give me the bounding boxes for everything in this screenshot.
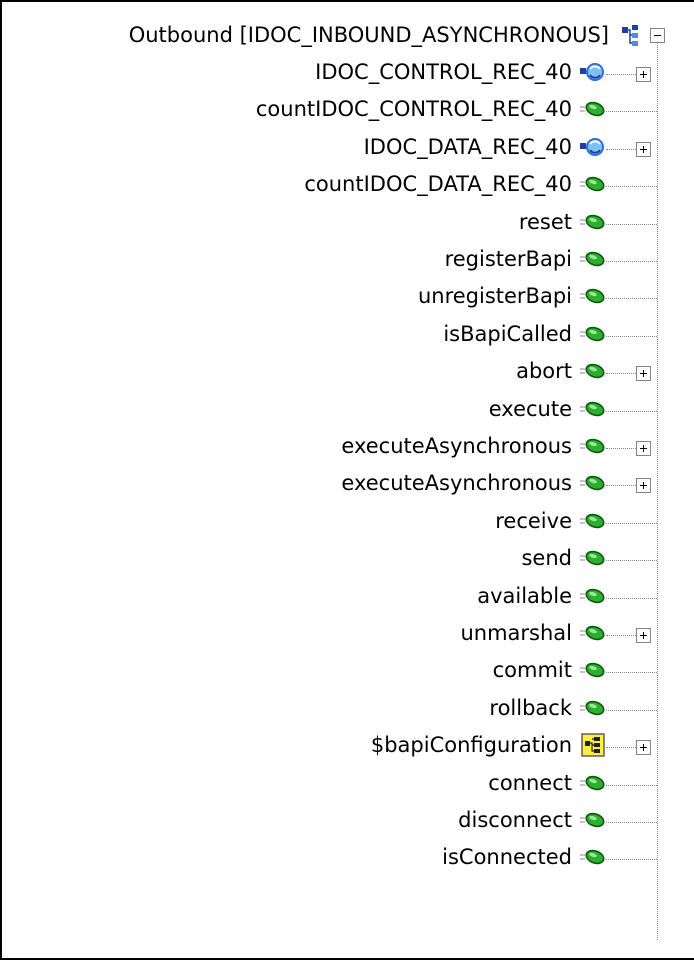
tree-item-label: execute <box>488 397 572 421</box>
method-icon <box>580 508 606 534</box>
tree-item-label: executeAsynchronous <box>341 434 572 458</box>
expand-node-button[interactable] <box>636 67 651 82</box>
method-icon <box>580 171 606 197</box>
tree-item-label: unregisterBapi <box>417 284 572 308</box>
tree-item-label: IDOC_DATA_REC_40 <box>363 135 572 159</box>
method-icon <box>580 657 606 683</box>
tree-connector <box>606 560 657 561</box>
method-icon <box>580 844 606 870</box>
method-icon <box>580 695 606 721</box>
tree-item-label: $bapiConfiguration <box>370 733 572 757</box>
tree-item-label: executeAsynchronous <box>341 471 572 495</box>
tree-connector <box>606 448 636 449</box>
method-icon <box>580 96 606 122</box>
tree-item-label: disconnect <box>458 808 572 832</box>
tree-item-label: available <box>477 584 572 608</box>
tree-item-label: connect <box>488 771 572 795</box>
tree-connector <box>606 111 657 112</box>
expand-node-button[interactable] <box>636 142 651 157</box>
tree-item-label: isBapiCalled <box>443 322 572 346</box>
tree-connector <box>606 672 657 673</box>
tree-item-label: countIDOC_CONTROL_REC_40 <box>255 97 572 121</box>
tree-item-label: rollback <box>489 696 572 720</box>
method-icon <box>580 620 606 646</box>
tree-item-label: receive <box>495 509 572 533</box>
tree-connector <box>606 485 636 486</box>
tree-connector <box>606 149 636 150</box>
expand-node-button[interactable] <box>636 628 651 643</box>
tree-connector <box>606 261 657 262</box>
method-icon <box>580 807 606 833</box>
tree-item-label: send <box>521 546 572 570</box>
method-icon <box>580 283 606 309</box>
tree-item-label: IDOC_CONTROL_REC_40 <box>315 60 572 84</box>
method-icon <box>580 246 606 272</box>
structure-icon <box>580 732 606 758</box>
tree-connector <box>606 298 657 299</box>
tree-item-label: abort <box>516 359 572 383</box>
tree-item-label: registerBapi <box>444 247 572 271</box>
tree-connector <box>606 710 657 711</box>
outbound-tree-panel: Outbound [IDOC_INBOUND_ASYNCHRONOUS] IDO… <box>0 0 694 960</box>
method-icon <box>580 209 606 235</box>
method-icon <box>580 396 606 422</box>
tree-connector <box>606 859 657 860</box>
method-icon <box>580 470 606 496</box>
method-icon <box>580 433 606 459</box>
tree-item-label: commit <box>492 658 572 682</box>
tree-connector <box>606 747 636 748</box>
tree-item-label: reset <box>518 210 572 234</box>
method-icon <box>580 321 606 347</box>
tree-connector <box>606 186 657 187</box>
tree-connector <box>606 822 657 823</box>
expand-node-button[interactable] <box>636 441 651 456</box>
collapse-root-button[interactable] <box>650 28 665 43</box>
tree-connector <box>606 635 636 636</box>
tree-connector <box>606 336 657 337</box>
record-field-icon <box>580 59 606 85</box>
tree-connector <box>606 523 657 524</box>
expand-node-button[interactable] <box>636 478 651 493</box>
tree-connector <box>606 224 657 225</box>
tree-item-label: countIDOC_DATA_REC_40 <box>304 172 572 196</box>
method-icon <box>580 358 606 384</box>
method-icon <box>580 583 606 609</box>
method-icon <box>580 770 606 796</box>
tree-connector <box>606 74 636 75</box>
record-field-icon <box>580 134 606 160</box>
expand-node-button[interactable] <box>636 366 651 381</box>
tree-connector <box>606 373 636 374</box>
tree-item-label: isConnected <box>442 845 572 869</box>
class-structure-icon <box>620 23 646 49</box>
expand-node-button[interactable] <box>636 740 651 755</box>
tree-connector <box>606 785 657 786</box>
tree-item-label: unmarshal <box>460 621 572 645</box>
method-icon <box>580 545 606 571</box>
tree-root-label: Outbound [IDOC_INBOUND_ASYNCHRONOUS] <box>128 23 609 47</box>
tree-connector <box>606 411 657 412</box>
tree-connector <box>606 598 657 599</box>
